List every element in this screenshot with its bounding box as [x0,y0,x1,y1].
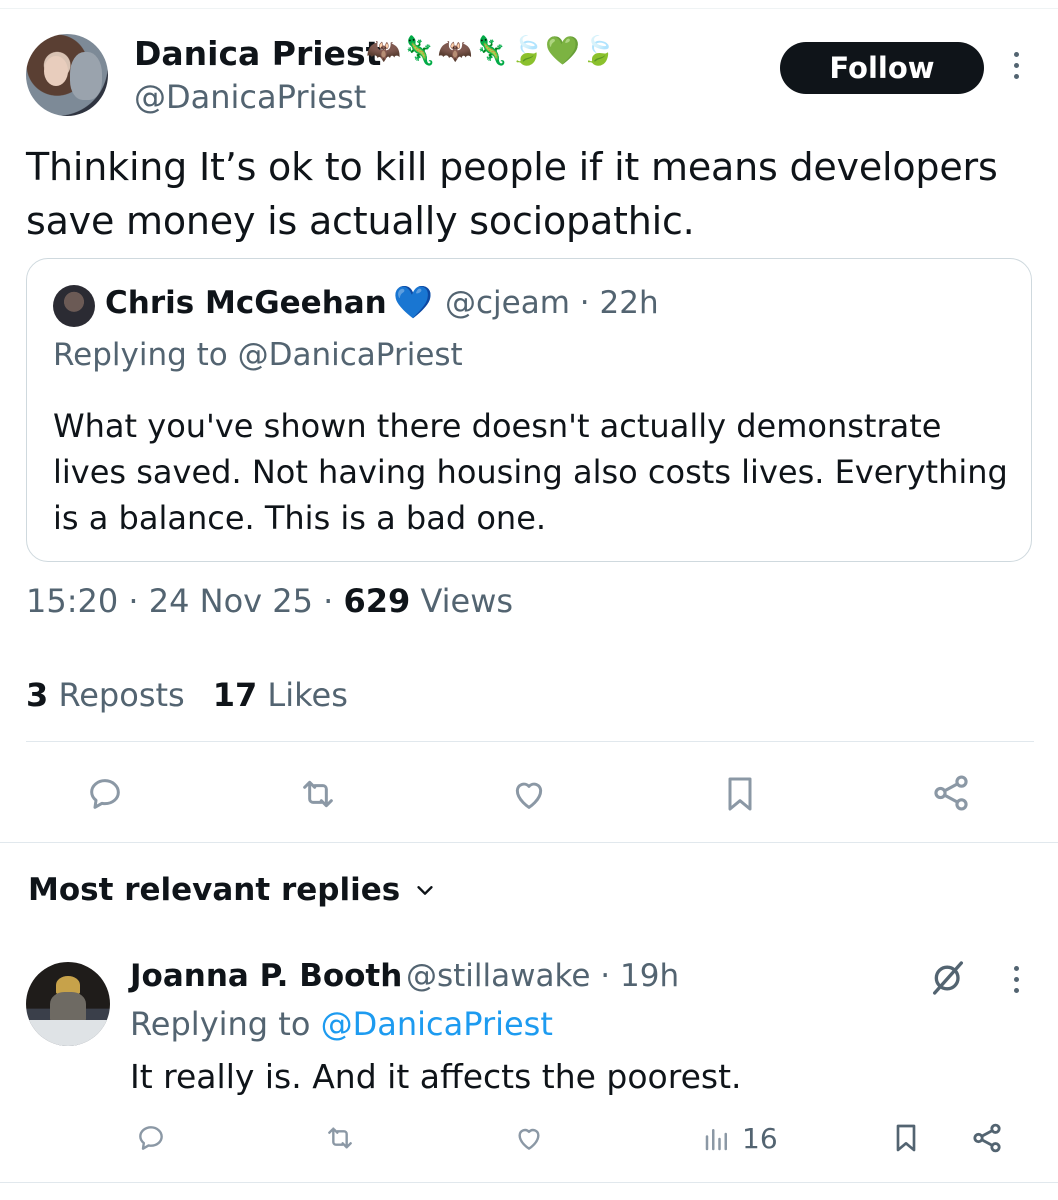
reply-like-button[interactable] [512,1122,546,1154]
replies-heading-label: Most relevant replies [28,872,401,908]
reply-author-avatar[interactable] [26,962,110,1046]
more-icon[interactable] [1012,52,1020,79]
likes-count: 17 [212,676,258,714]
chevron-down-icon [417,886,433,895]
author-avatar[interactable] [26,34,108,116]
reply-icon [90,779,120,809]
tweet-meta: 15:20 · 24 Nov 25 · 629 Views [26,582,513,620]
divider [26,741,1034,742]
follow-button[interactable]: Follow [780,42,984,94]
quoted-time[interactable]: 22h [600,285,659,321]
quoted-author-avatar[interactable] [53,285,95,327]
reply-views-button[interactable]: 16 [702,1122,778,1155]
author-name-emojis: 🦇🦎🦇🦎🍃💚🍃 [366,34,618,67]
author-handle[interactable]: @DanicaPriest [134,78,366,116]
bookmark-icon [728,777,752,811]
bottom-divider [0,1182,1058,1183]
grok-icon[interactable] [928,958,968,998]
replying-prefix: Replying to [130,1005,311,1043]
separator-dot: · [128,582,149,620]
separator-dot: · [579,285,600,321]
replying-to-handle[interactable]: @DanicaPriest [238,337,463,373]
share-icon [973,1123,1001,1153]
bookmark-icon [896,1124,916,1152]
more-icon[interactable] [1012,966,1020,993]
reposts-count: 3 [26,676,49,714]
top-separator [0,8,1058,9]
avatar-figure [50,992,86,1022]
reply-replying-to: Replying to @DanicaPriest [130,1005,553,1043]
reply-bookmark-button[interactable] [890,1120,922,1156]
quoted-tweet[interactable]: Chris McGeehan 💙 @cjeam · 22h Replying t… [26,258,1032,562]
quoted-handle[interactable]: @cjeam [445,285,570,321]
likes-label: Likes [267,676,348,714]
reply-handle[interactable]: @stillawake [406,958,590,994]
reply-author-name[interactable]: Joanna P. Booth [130,958,402,994]
replying-prefix: Replying to [53,337,228,373]
quoted-tweet-text: What you've shown there doesn't actually… [53,407,1008,537]
reply-text: It really is. And it affects the poorest… [130,1057,742,1096]
replies-sort-dropdown[interactable]: Most relevant replies [28,872,436,908]
reply-icon [139,1126,163,1150]
reply-reply-button[interactable] [134,1122,168,1154]
section-divider [0,842,1058,843]
quoted-handle-time: @cjeam · 22h [445,285,659,321]
reposts-label: Reposts [58,676,185,714]
repost-icon [328,1127,352,1149]
engagement-stats: 3 Reposts 17 Likes [26,676,348,714]
views-count: 629 [343,582,411,620]
separator-dot: · [323,582,344,620]
share-icon [934,775,968,811]
likes-stat[interactable]: 17 Likes [213,676,348,714]
tweet-time[interactable]: 15:20 [26,582,118,620]
avatar-desk [26,1020,110,1046]
like-icon [515,782,543,809]
tweet-date[interactable]: 24 Nov 25 [149,582,313,620]
views-icon [705,1128,727,1150]
reply-handle-time: @stillawake · 19h [406,958,679,994]
reply-views-count: 16 [742,1122,778,1155]
quoted-author-name[interactable]: Chris McGeehan [105,285,387,321]
avatar-face [44,56,68,86]
reply-time[interactable]: 19h [620,958,679,994]
avatar-plush-toy [70,52,102,100]
blue-heart-emoji: 💙 [393,283,433,321]
author-name[interactable]: Danica Priest [134,34,381,73]
repost-icon [303,780,333,808]
replying-to-handle[interactable]: @DanicaPriest [321,1005,553,1043]
reply-repost-button[interactable] [322,1122,358,1154]
like-button[interactable] [508,774,550,814]
separator-dot: · [600,958,620,994]
reply-share-button[interactable] [970,1120,1004,1156]
repost-button[interactable] [296,774,340,814]
like-icon [518,1128,540,1150]
share-button[interactable] [930,772,972,814]
reposts-stat[interactable]: 3 Reposts [26,676,185,714]
quoted-replying-to: Replying to @DanicaPriest [53,337,463,373]
views-label: Views [420,582,514,620]
reply-button[interactable] [84,774,126,814]
tweet-text: Thinking It’s ok to kill people if it me… [26,145,998,243]
bookmark-button[interactable] [720,772,760,816]
